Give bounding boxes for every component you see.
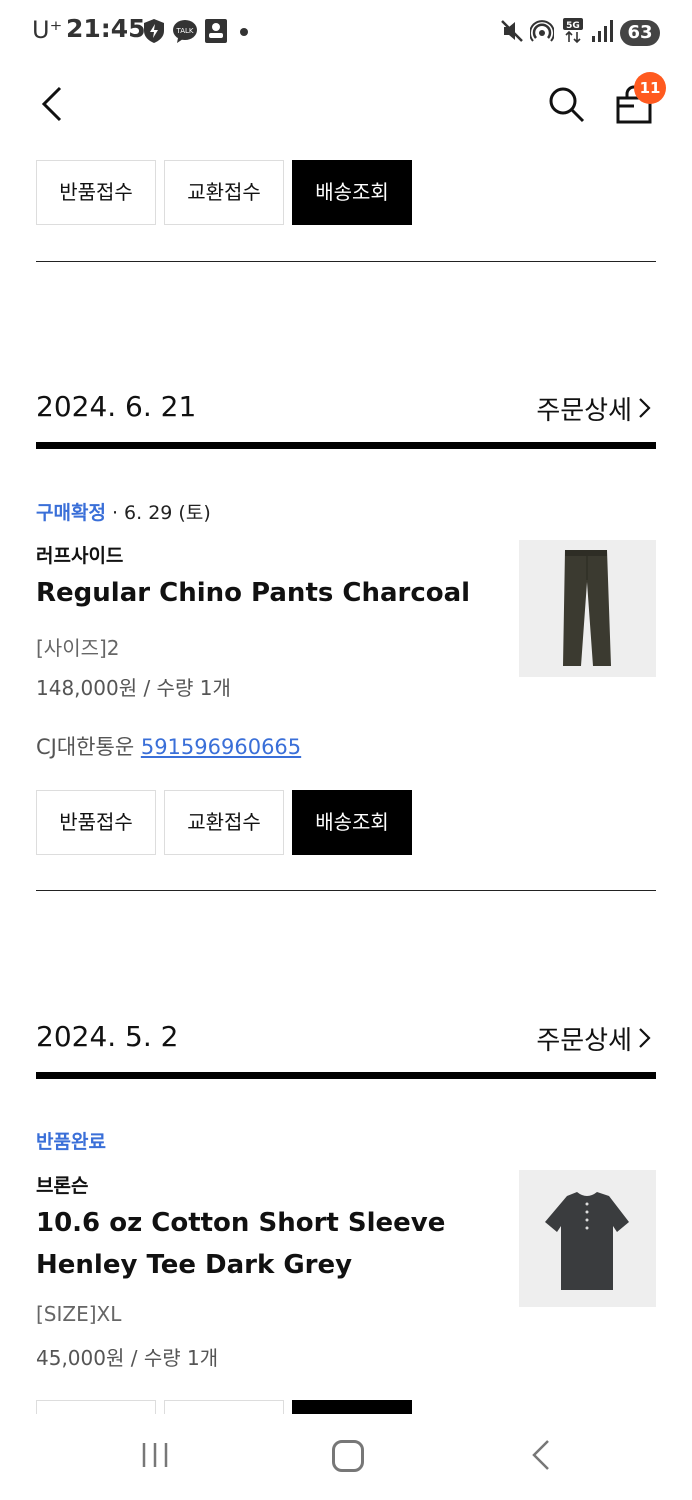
order-detail-link[interactable]: 주문상세 (536, 1020, 652, 1057)
recent-apps-icon[interactable] (140, 1440, 170, 1470)
divider (36, 890, 656, 891)
price-quantity: 45,000원 / 수량 1개 (36, 1346, 219, 1370)
return-button[interactable] (36, 1400, 156, 1414)
exchange-button[interactable]: 교환접수 (164, 790, 284, 855)
back-icon[interactable] (36, 84, 72, 124)
order-detail-link[interactable]: 주문상세 (536, 390, 652, 427)
tshirt-image (545, 1192, 629, 1290)
brand-name: 브론슨 (36, 1175, 89, 1197)
shield-icon (144, 19, 164, 43)
order-actions (36, 1400, 656, 1414)
signal-icon (592, 20, 613, 42)
order-detail-label: 주문상세 (536, 396, 632, 426)
product-name[interactable]: 10.6 oz Cotton Short Sleeve Henley Tee D… (36, 1202, 496, 1286)
tracking-button[interactable]: 배송조회 (292, 160, 412, 225)
product-option: [사이즈]2 (36, 636, 120, 660)
divider (36, 261, 656, 262)
svg-text:5G: 5G (566, 21, 580, 31)
order-actions: 반품접수 교환접수 배송조회 (36, 160, 656, 225)
tracking-button[interactable]: 배송조회 (292, 790, 412, 855)
brand-name: 러프사이드 (36, 545, 124, 567)
battery-indicator: 63 (620, 20, 660, 46)
return-button[interactable]: 반품접수 (36, 160, 156, 225)
order-status: 반품완료 (36, 1131, 106, 1153)
order-status: 구매확정 (36, 502, 106, 524)
hotspot-icon (530, 20, 554, 42)
clock: 21:45 (66, 14, 146, 43)
return-button[interactable]: 반품접수 (36, 790, 156, 855)
nav-back-icon[interactable] (528, 1438, 556, 1472)
product-thumbnail[interactable] (519, 1170, 656, 1307)
tracking-info: CJ대한통운 591596960665 (36, 731, 301, 761)
order-detail-label: 주문상세 (536, 1026, 632, 1056)
courier-name: CJ대한통운 (36, 735, 135, 759)
product-option: [SIZE]XL (36, 1302, 122, 1326)
5g-icon: 5G (563, 18, 583, 44)
order-status-line: 구매확정 · 6. 29 (토) (36, 498, 211, 525)
chevron-right-icon (638, 396, 652, 426)
product-thumbnail[interactable] (519, 540, 656, 677)
order-actions: 반품접수 교환접수 배송조회 (36, 790, 656, 855)
kakaotalk-icon: TALK (173, 20, 197, 43)
exchange-button[interactable] (164, 1400, 284, 1414)
notification-dot (240, 28, 248, 36)
order-status-line: 반품완료 (36, 1127, 106, 1154)
order-header-divider (36, 1072, 656, 1079)
search-icon[interactable] (546, 84, 586, 124)
mute-icon (501, 20, 523, 42)
exchange-button[interactable]: 교환접수 (164, 160, 284, 225)
system-nav-bar (0, 1414, 692, 1500)
pants-image (563, 550, 611, 666)
price-quantity: 148,000원 / 수량 1개 (36, 676, 231, 700)
cart-count-badge: 11 (634, 72, 666, 104)
product-name[interactable]: Regular Chino Pants Charcoal (36, 572, 496, 614)
chevron-right-icon (638, 1026, 652, 1056)
tracking-number-link[interactable]: 591596960665 (141, 735, 301, 759)
order-date: 2024. 6. 21 (36, 390, 197, 423)
status-bar: U⁺ 21:45 TALK 5G 63 (0, 0, 692, 64)
carrier-label: U⁺ (32, 16, 63, 44)
status-date: · 6. 29 (토) (105, 502, 211, 524)
order-date: 2024. 5. 2 (36, 1020, 179, 1053)
contact-icon (205, 19, 227, 43)
svg-text:TALK: TALK (175, 27, 193, 35)
tracking-button[interactable] (292, 1400, 412, 1414)
app-header (0, 70, 692, 140)
home-icon[interactable] (332, 1440, 364, 1472)
order-header-divider (36, 442, 656, 449)
